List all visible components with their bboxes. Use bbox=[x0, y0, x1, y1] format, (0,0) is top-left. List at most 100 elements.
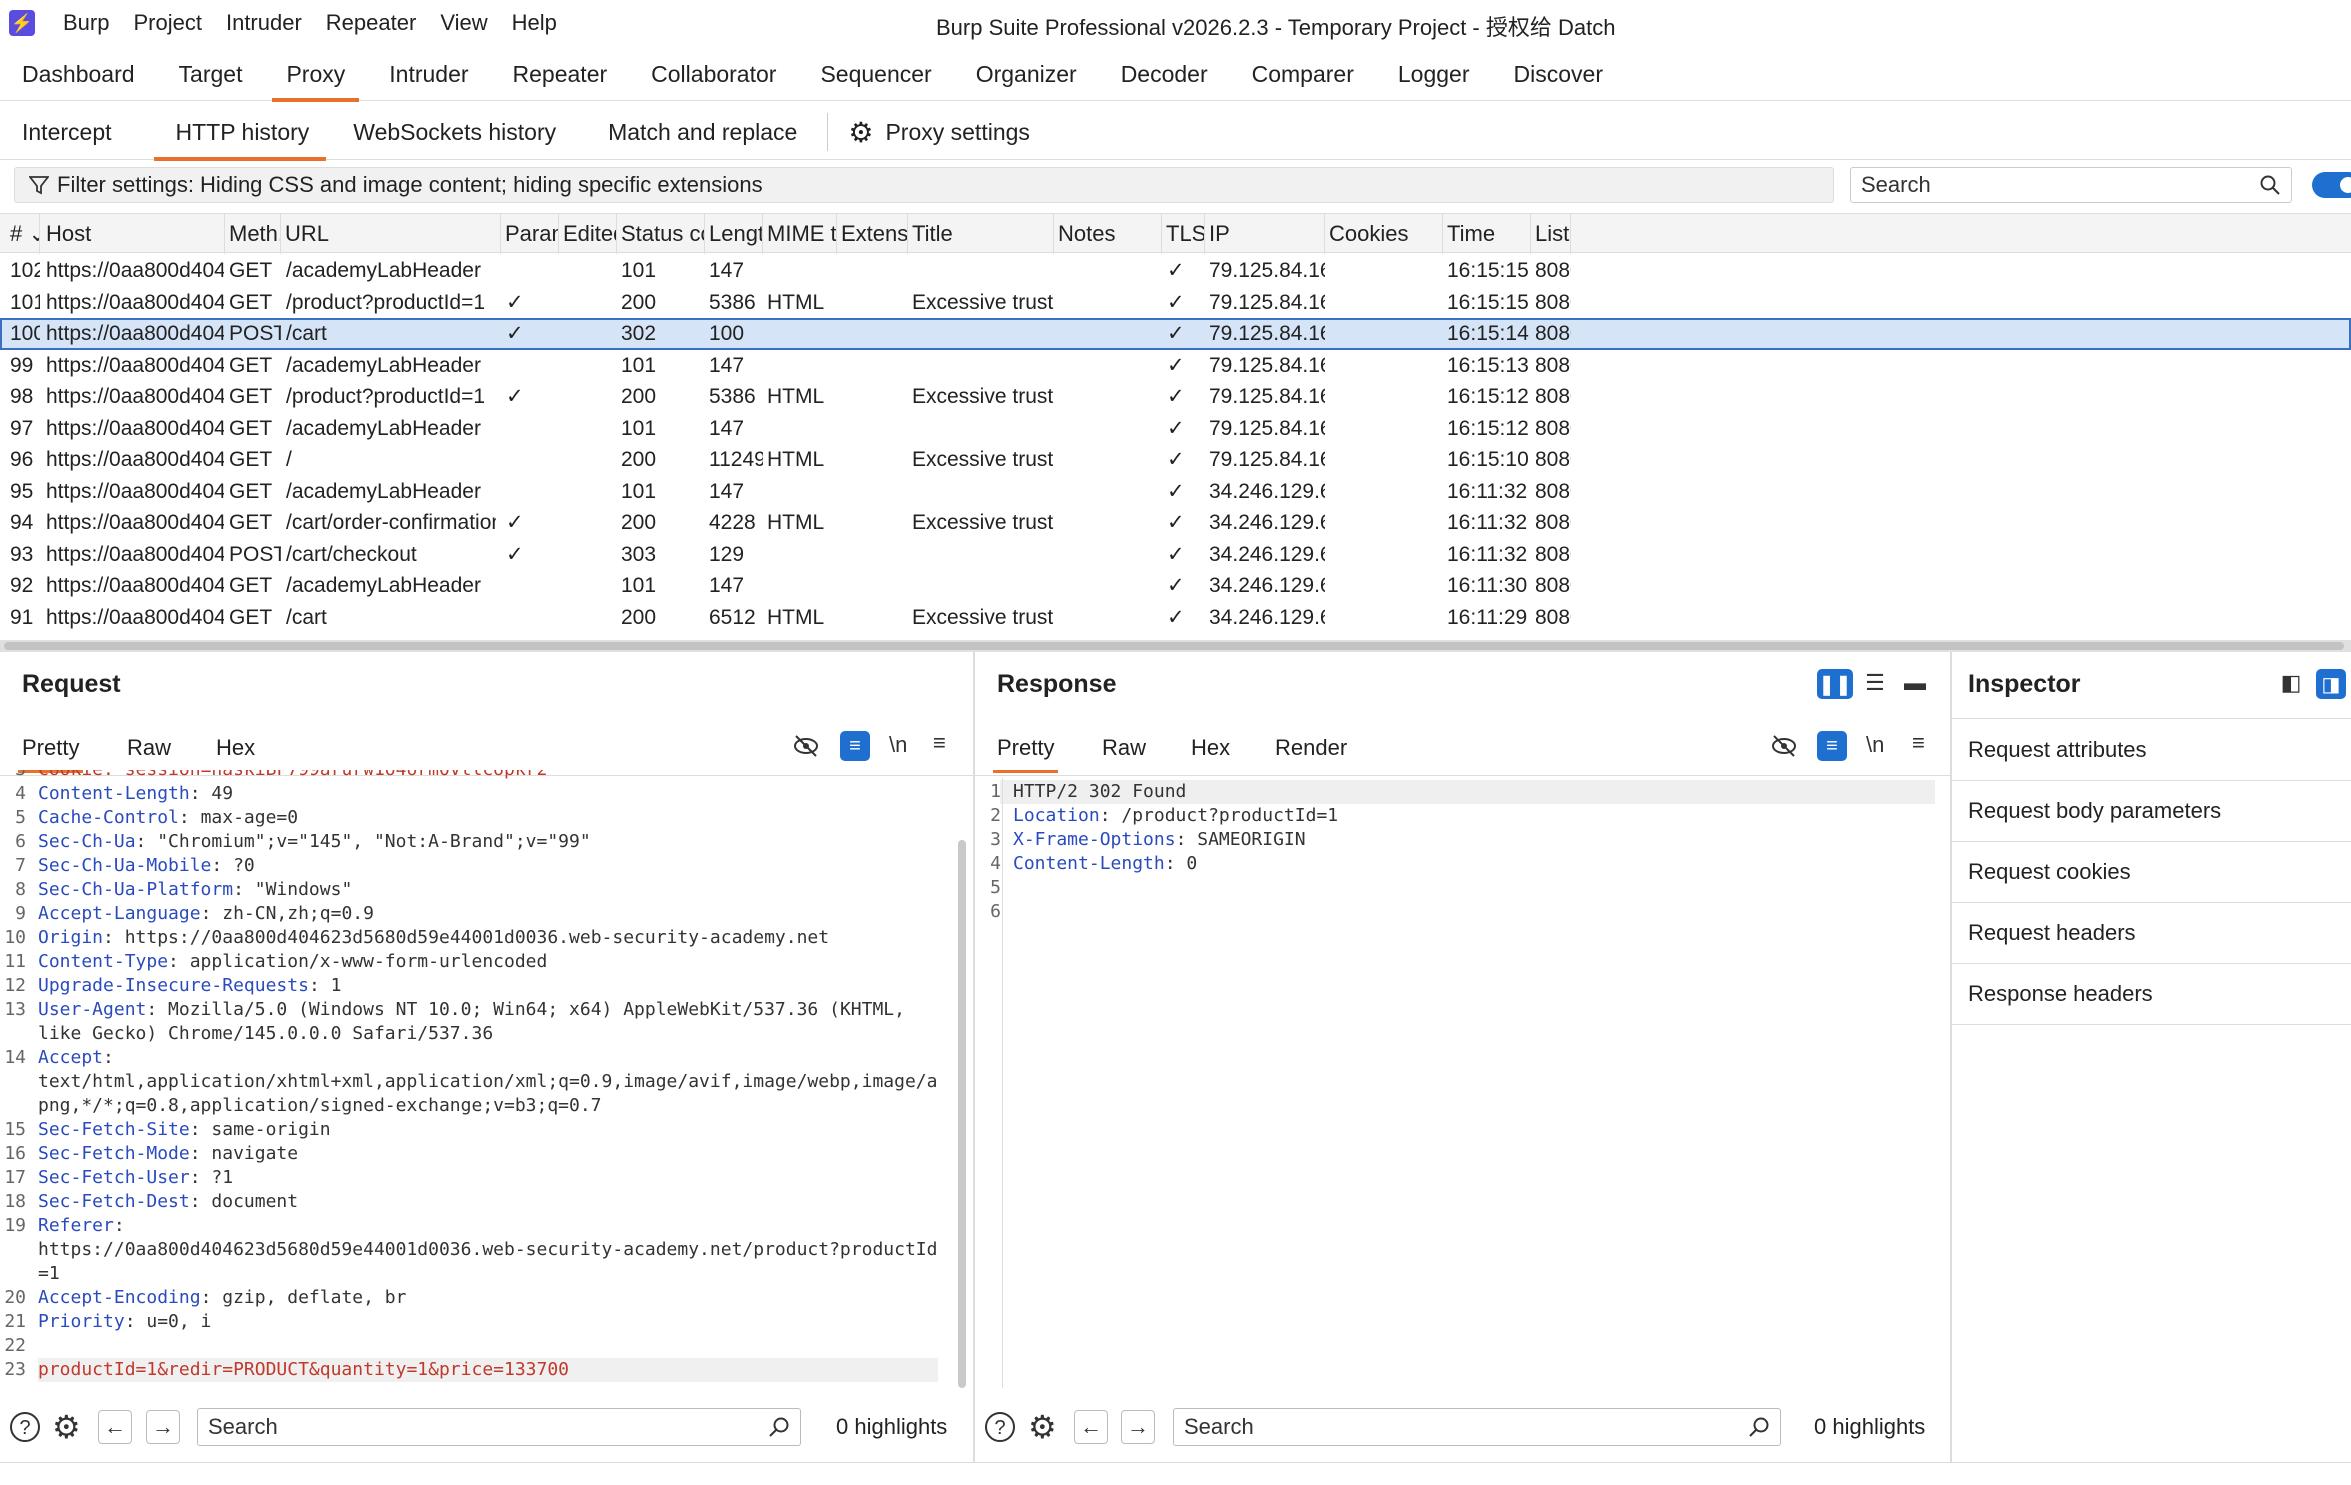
menu-icon[interactable]: ≡ bbox=[933, 730, 946, 756]
forward-arrow-icon[interactable]: → bbox=[1121, 1410, 1155, 1444]
response-search-input[interactable]: Search bbox=[1173, 1408, 1781, 1446]
tab-organizer[interactable]: Organizer bbox=[954, 51, 1099, 101]
hide-icon[interactable] bbox=[792, 732, 820, 766]
col-extension[interactable]: Extension bbox=[837, 214, 908, 254]
col-method[interactable]: Meth... bbox=[225, 214, 281, 254]
layout-single-icon[interactable]: ▬ bbox=[1900, 670, 1930, 696]
col-status-code[interactable]: Status code bbox=[617, 214, 705, 254]
code-line: User-Agent: Mozilla/5.0 (Windows NT 10.0… bbox=[38, 998, 905, 1022]
history-search-input[interactable]: Search bbox=[1850, 167, 2292, 203]
cell-mime: HTML bbox=[767, 385, 825, 408]
cell-url: /cart bbox=[286, 322, 327, 345]
tab-dashboard[interactable]: Dashboard bbox=[0, 51, 157, 101]
search-icon[interactable] bbox=[2259, 174, 2281, 196]
menu-intruder[interactable]: Intruder bbox=[226, 10, 302, 36]
response-tab-pretty[interactable]: Pretty bbox=[992, 735, 1059, 773]
inspector-request-attributes[interactable]: Request attributes bbox=[1952, 720, 2351, 781]
tab-comparer[interactable]: Comparer bbox=[1230, 51, 1376, 101]
tab-discover[interactable]: Discover bbox=[1492, 51, 1625, 101]
settings-gear-icon[interactable]: ⚙ bbox=[1028, 1408, 1057, 1446]
tab-collaborator[interactable]: Collaborator bbox=[629, 51, 798, 101]
col-mime-type[interactable]: MIME ty... bbox=[763, 214, 837, 254]
col-length[interactable]: Length bbox=[705, 214, 763, 254]
col-url[interactable]: URL bbox=[281, 214, 501, 254]
inspector-request-body-parameters[interactable]: Request body parameters bbox=[1952, 781, 2351, 842]
table-row[interactable]: 97 https://0aa800d404623d...GET/academyLa… bbox=[0, 413, 2351, 445]
tab-sequencer[interactable]: Sequencer bbox=[798, 51, 953, 101]
tab-http-history[interactable]: HTTP history bbox=[134, 105, 332, 161]
tab-target[interactable]: Target bbox=[157, 51, 265, 101]
filter-toggle[interactable] bbox=[2312, 172, 2351, 198]
newline-icon[interactable]: \n bbox=[889, 732, 907, 758]
col-edited[interactable]: Edited bbox=[559, 214, 617, 254]
table-row[interactable]: 96 https://0aa800d404623d...GET / 200 11249H… bbox=[0, 444, 2351, 476]
col-listen[interactable]: Listen bbox=[1531, 214, 1571, 254]
menu-project[interactable]: Project bbox=[133, 10, 201, 36]
menu-help[interactable]: Help bbox=[512, 10, 557, 36]
response-tab-raw[interactable]: Raw bbox=[1102, 735, 1146, 761]
tab-proxy[interactable]: Proxy bbox=[264, 51, 367, 102]
table-row[interactable]: 101https://0aa800d404623d...GET/product?… bbox=[0, 287, 2351, 319]
tab-intercept[interactable]: Intercept bbox=[0, 105, 134, 160]
col-params[interactable]: Params bbox=[501, 214, 559, 254]
table-row[interactable]: 93 https://0aa800d404623d...POST/cart/che… bbox=[0, 539, 2351, 571]
request-tab-raw[interactable]: Raw bbox=[127, 735, 171, 761]
request-editor[interactable]: 3 Cookie: session=haskiBF799arurw1o4orm0v… bbox=[0, 770, 970, 1390]
table-row[interactable]: 102 https://0aa800d404623d...GET/academyL… bbox=[0, 255, 2351, 287]
layout-horizontal-icon[interactable]: ☰ bbox=[1860, 670, 1890, 696]
wrap-lines-icon[interactable]: ≡ bbox=[1817, 731, 1847, 761]
table-row[interactable]: 100 https://0aa800d404623d...POST/cart ✓ 30… bbox=[0, 318, 2351, 350]
menu-repeater[interactable]: Repeater bbox=[326, 10, 417, 36]
request-search-input[interactable]: Search bbox=[197, 1408, 801, 1446]
tab-intruder[interactable]: Intruder bbox=[367, 51, 490, 101]
horizontal-scrollbar[interactable] bbox=[0, 640, 2351, 652]
tab-match-and-replace[interactable]: Match and replace bbox=[578, 105, 819, 160]
tab-decoder[interactable]: Decoder bbox=[1099, 51, 1230, 101]
back-arrow-icon[interactable]: ← bbox=[98, 1410, 132, 1444]
col-time[interactable]: Time bbox=[1443, 214, 1531, 254]
help-icon[interactable]: ? bbox=[8, 1410, 42, 1450]
table-row[interactable]: 98 https://0aa800d404623d...GET/product?p… bbox=[0, 381, 2351, 413]
col-number[interactable]: # ⌄ bbox=[0, 214, 40, 254]
table-row[interactable]: 94 https://0aa800d404623d...GET/cart/orde… bbox=[0, 507, 2351, 539]
inspector-response-headers[interactable]: Response headers bbox=[1952, 964, 2351, 1025]
forward-arrow-icon[interactable]: → bbox=[146, 1410, 180, 1444]
inspector-layout-icon[interactable]: ◧ bbox=[2276, 670, 2306, 696]
response-tab-render[interactable]: Render bbox=[1275, 735, 1347, 761]
scrollbar-thumb[interactable] bbox=[4, 642, 2344, 650]
request-tab-pretty[interactable]: Pretty bbox=[17, 735, 84, 773]
tab-websockets-history[interactable]: WebSockets history bbox=[331, 105, 578, 160]
table-row[interactable]: 92 https://0aa800d404623d...GET/academyLa… bbox=[0, 570, 2351, 602]
menu-icon[interactable]: ≡ bbox=[1912, 730, 1925, 756]
col-title[interactable]: Title bbox=[908, 214, 1054, 254]
response-editor[interactable]: 1 HTTP/2 302 Found 2 Location: /product?pro… bbox=[975, 780, 1951, 1380]
menu-burp[interactable]: Burp bbox=[63, 10, 109, 36]
proxy-settings-button[interactable]: ⚙ Proxy settings bbox=[836, 105, 1052, 160]
filter-settings-bar[interactable]: Filter settings: Hiding CSS and image co… bbox=[14, 167, 1834, 203]
response-tab-hex[interactable]: Hex bbox=[1191, 735, 1230, 761]
col-tls[interactable]: TLS bbox=[1162, 214, 1205, 254]
col-cookies[interactable]: Cookies bbox=[1325, 214, 1443, 254]
help-icon[interactable]: ? bbox=[983, 1410, 1017, 1450]
layout-split-icon[interactable]: ❚❚ bbox=[1817, 669, 1853, 699]
request-tab-hex[interactable]: Hex bbox=[216, 735, 255, 761]
inspector-request-headers[interactable]: Request headers bbox=[1952, 903, 2351, 964]
settings-gear-icon[interactable]: ⚙ bbox=[52, 1408, 81, 1446]
tab-logger[interactable]: Logger bbox=[1376, 51, 1492, 101]
table-row[interactable]: 95 https://0aa800d404623d...GET/academyLa… bbox=[0, 476, 2351, 508]
wrap-lines-icon[interactable]: ≡ bbox=[840, 731, 870, 761]
hide-icon[interactable] bbox=[1770, 732, 1798, 766]
tab-repeater[interactable]: Repeater bbox=[491, 51, 630, 101]
col-ip[interactable]: IP bbox=[1205, 214, 1325, 254]
cell-title: Excessive trust in cl... bbox=[912, 385, 1054, 408]
request-scrollbar[interactable] bbox=[958, 840, 966, 1388]
inspector-request-cookies[interactable]: Request cookies bbox=[1952, 842, 2351, 903]
table-row[interactable]: 91 https://0aa800d404623d...GET/cart 200 65… bbox=[0, 602, 2351, 634]
col-host[interactable]: Host bbox=[40, 214, 225, 254]
back-arrow-icon[interactable]: ← bbox=[1074, 1410, 1108, 1444]
table-row[interactable]: 99 https://0aa800d404623d...GET/academyLa… bbox=[0, 350, 2351, 382]
inspector-dock-icon[interactable]: ◨ bbox=[2316, 669, 2346, 699]
col-notes[interactable]: Notes bbox=[1054, 214, 1162, 254]
menu-view[interactable]: View bbox=[440, 10, 487, 36]
newline-icon[interactable]: \n bbox=[1866, 732, 1884, 758]
